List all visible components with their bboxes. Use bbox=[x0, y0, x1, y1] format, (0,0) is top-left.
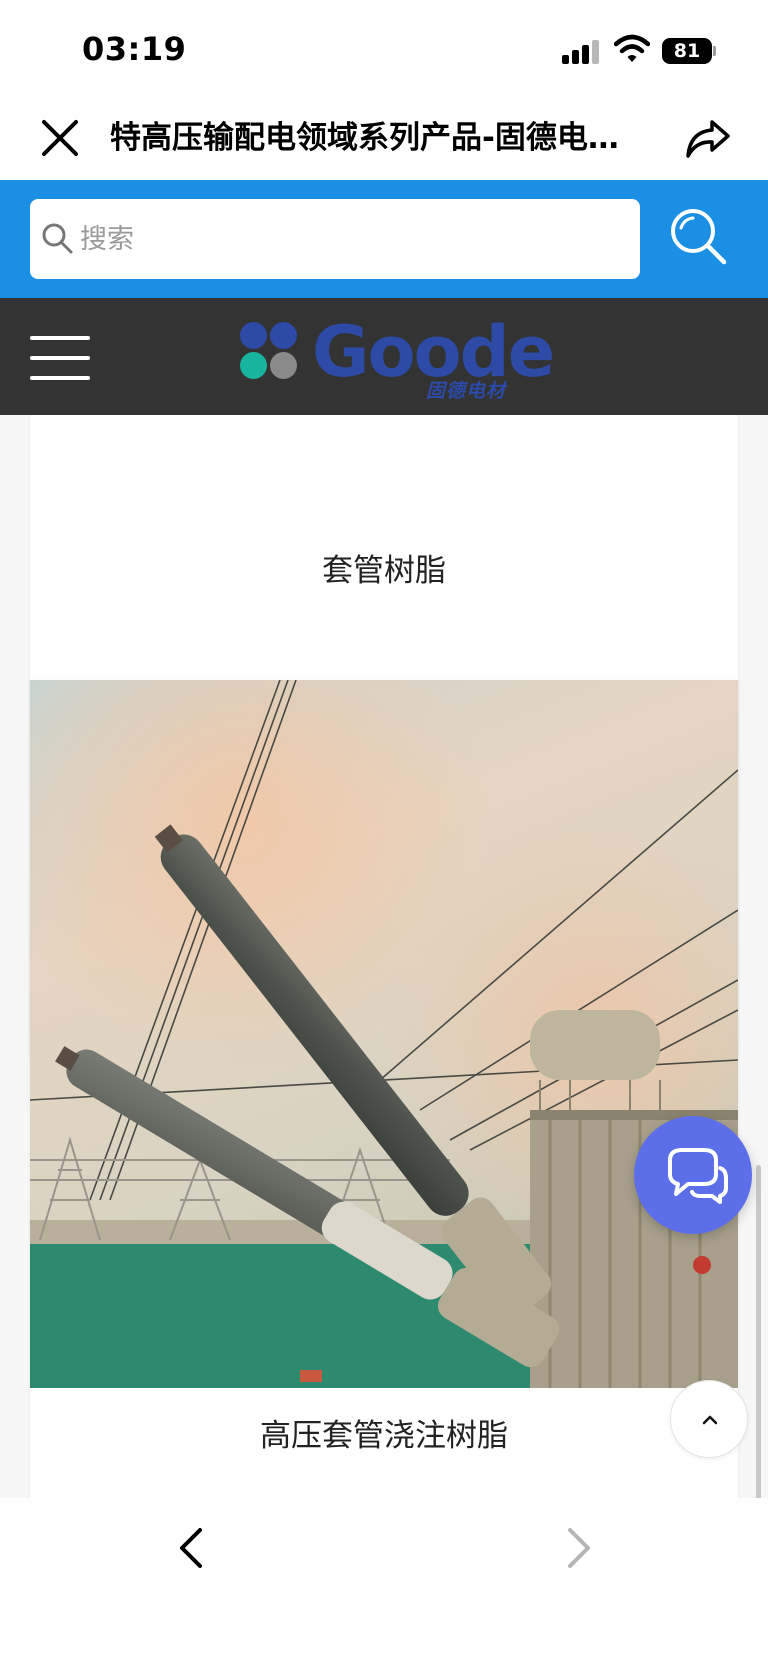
product-list: 套管树脂 高压套管浇注树脂 bbox=[0, 415, 768, 1498]
chevron-up-icon bbox=[702, 1415, 718, 1425]
wifi-icon bbox=[614, 34, 650, 62]
search-icon bbox=[42, 223, 73, 254]
nav-header: Goode 固德电材 bbox=[0, 298, 768, 415]
scrollbar[interactable] bbox=[756, 1165, 761, 1498]
signal-icon bbox=[562, 38, 600, 64]
close-icon[interactable] bbox=[36, 114, 84, 162]
chat-icon bbox=[668, 1148, 728, 1204]
product-card[interactable]: 高压套管浇注树脂 bbox=[30, 680, 738, 1498]
screen: 03:19 81 特高压输配电领域系列产品-固德电… 搜索 Goode 固德电材… bbox=[0, 0, 768, 1663]
battery-level: 81 bbox=[662, 38, 712, 64]
status-bar: 03:19 81 bbox=[0, 0, 768, 96]
search-bar bbox=[0, 180, 768, 298]
product-caption: 高压套管浇注树脂 bbox=[260, 1418, 508, 1454]
bottom-nav-bar bbox=[0, 1498, 768, 1663]
product-image bbox=[30, 680, 738, 1388]
search-submit-icon[interactable] bbox=[668, 206, 730, 268]
menu-icon[interactable] bbox=[30, 336, 90, 380]
battery-icon: 81 bbox=[662, 38, 716, 64]
product-caption: 套管树脂 bbox=[322, 553, 446, 589]
chat-button[interactable] bbox=[634, 1116, 752, 1234]
search-field bbox=[30, 199, 640, 279]
search-input[interactable] bbox=[80, 199, 630, 279]
back-to-top-button[interactable] bbox=[670, 1380, 748, 1458]
brand-logo[interactable]: Goode 固德电材 bbox=[240, 312, 555, 402]
logo-subtitle: 固德电材 bbox=[426, 380, 507, 402]
status-time: 03:19 bbox=[82, 30, 187, 68]
chevron-left-icon[interactable] bbox=[170, 1526, 214, 1570]
page-title: 特高压输配电领域系列产品-固德电… bbox=[110, 120, 619, 156]
share-icon[interactable] bbox=[684, 114, 732, 162]
title-bar: 特高压输配电领域系列产品-固德电… bbox=[0, 96, 768, 180]
logo-mark bbox=[240, 322, 300, 382]
chevron-right-icon[interactable] bbox=[556, 1526, 600, 1570]
